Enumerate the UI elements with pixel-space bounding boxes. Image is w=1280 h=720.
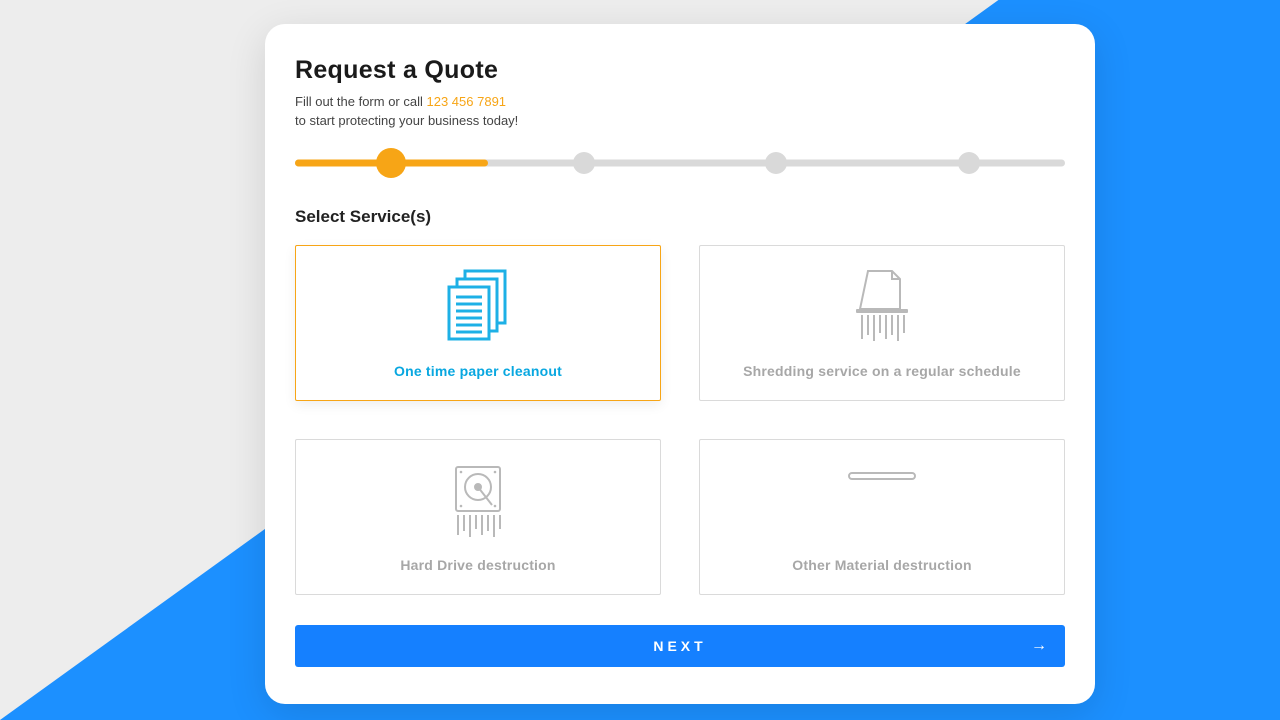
next-button-label: NEXT [653,638,706,654]
step-dot-3 [765,152,787,174]
scanner-icon [842,461,922,539]
subtitle-prefix: Fill out the form or call [295,94,427,109]
page-subtitle: Fill out the form or call 123 456 7891 t… [295,93,1065,131]
page-title: Request a Quote [295,56,1065,85]
arrow-right-icon: → [1031,637,1047,655]
quote-card: Request a Quote Fill out the form or cal… [265,24,1095,704]
step-dot-1 [376,148,406,178]
service-tile-shredding[interactable]: Shredding service on a regular schedule [699,245,1065,401]
shredder-icon [842,267,922,345]
subtitle-line2: to start protecting your business today! [295,113,518,128]
service-tile-other[interactable]: Other Material destruction [699,439,1065,595]
service-label: Other Material destruction [792,557,971,573]
service-tile-hard-drive[interactable]: Hard Drive destruction [295,439,661,595]
next-button[interactable]: NEXT → [295,625,1065,667]
service-label: One time paper cleanout [394,363,562,379]
service-label: Hard Drive destruction [400,557,555,573]
step-dot-2 [573,152,595,174]
service-label: Shredding service on a regular schedule [743,363,1021,379]
section-heading: Select Service(s) [295,207,1065,227]
step-progress [295,153,1065,173]
service-tile-paper-cleanout[interactable]: One time paper cleanout [295,245,661,401]
hard-drive-icon [438,461,518,539]
step-dot-4 [958,152,980,174]
service-grid: One time paper cleanout [295,245,1065,595]
documents-icon [443,267,513,345]
phone-link[interactable]: 123 456 7891 [427,94,507,109]
